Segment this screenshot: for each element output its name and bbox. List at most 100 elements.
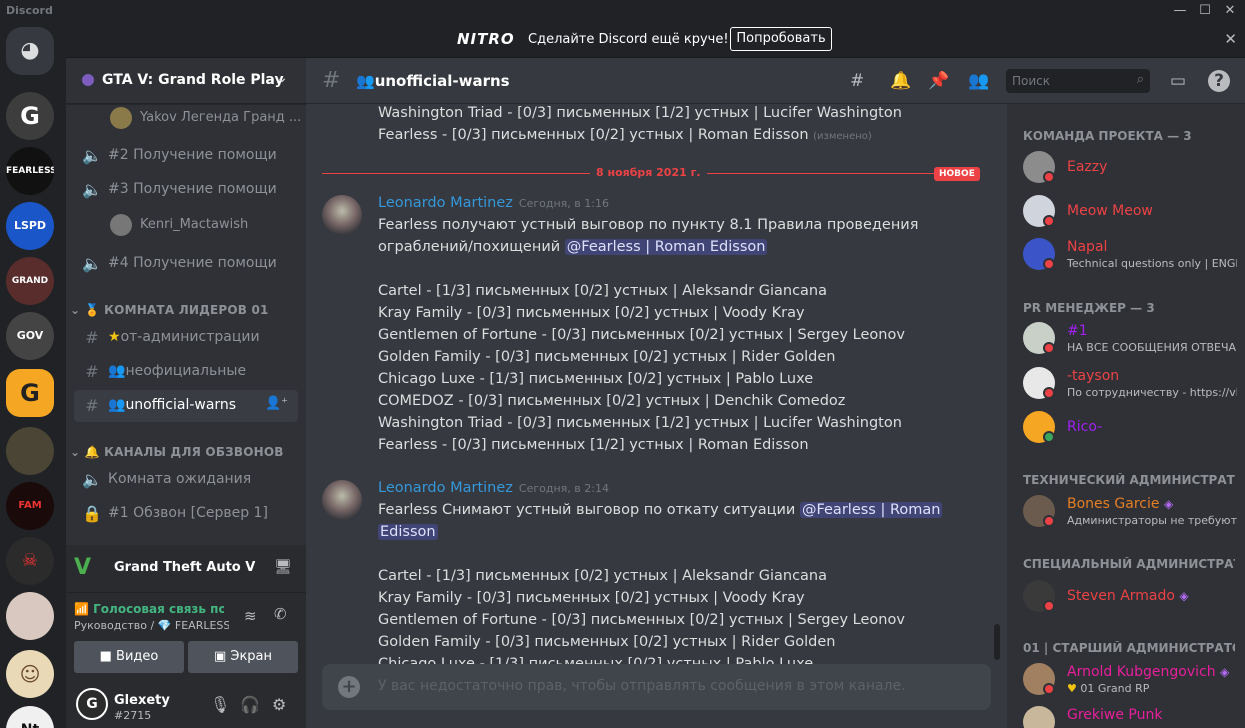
channel-from-admin[interactable]: # ★от-администрации <box>74 322 298 354</box>
category-calls[interactable]: ⌄ 🔔 КАНАЛЫ ДЛЯ ОБЗВОНОВ <box>70 445 284 459</box>
people-icon: 👥 <box>108 363 126 379</box>
server-icon-bullets[interactable] <box>6 427 54 475</box>
screen-share-icon[interactable]: 🖥 <box>274 559 292 575</box>
invite-icon[interactable]: 👤⁺ <box>265 396 288 411</box>
server-icon-grand[interactable]: GRAND <box>6 257 54 305</box>
member-item[interactable]: Napal Technical questions only | ENGLISH <box>1023 234 1239 274</box>
member-item[interactable]: Meow Meow <box>1023 191 1239 231</box>
category-leaders[interactable]: ⌄ 🏅 КОМНАТА ЛИДЕРОВ 01 <box>70 303 269 317</box>
member-item[interactable]: Steven Armado ◈ <box>1023 576 1239 616</box>
member-item[interactable]: -tayson По сотрудничеству - https://vk.c… <box>1023 363 1239 403</box>
server-icon-lspd[interactable]: LSPD <box>6 202 54 250</box>
bell-icon[interactable]: 🔔 <box>890 71 911 91</box>
member-item[interactable]: Rico- <box>1023 407 1239 447</box>
server-icon-grand-rp[interactable]: G <box>6 369 54 417</box>
voice-channel-call1[interactable]: 🔒 #1 Обзвон [Сервер 1] <box>74 498 298 530</box>
member-name: Grekiwe Punk <box>1067 707 1163 723</box>
member-item[interactable]: Grekiwe Punk <box>1023 702 1239 728</box>
voice-channel-help2[interactable]: 🔈 #2 Получение помощи <box>74 140 298 172</box>
message-line: Cartel - [1/3] письменных [0/2] устных |… <box>378 568 828 584</box>
user-avatar[interactable]: G <box>76 688 108 720</box>
member-item[interactable]: Eazzy <box>1023 147 1239 187</box>
disconnect-icon[interactable]: ✆ <box>274 605 287 623</box>
status-dnd-icon <box>1043 387 1055 399</box>
headphones-icon[interactable]: 🎧 <box>240 695 260 714</box>
message-line: Kray Family - [0/3] письменных [0/2] уст… <box>378 590 805 606</box>
members-icon[interactable]: 👥 <box>968 71 989 91</box>
video-button[interactable]: ■ Видео <box>74 641 184 673</box>
member-category: 01 | СТАРШИЙ АДМИНИСТРАТОР — 2 <box>1023 641 1235 655</box>
status-dnd-icon <box>1043 171 1055 183</box>
screen-share-button[interactable]: ▣ Экран <box>188 641 298 673</box>
message-avatar[interactable] <box>322 195 362 235</box>
threads-icon[interactable]: # <box>850 71 864 91</box>
server-icon-fam[interactable]: FAM <box>6 482 54 530</box>
add-attachment-icon[interactable]: + <box>338 676 360 698</box>
user-panel: G Glexety #2715 🎙 🎧 ⚙ <box>66 678 306 728</box>
voice-channel-help4[interactable]: 🔈 #4 Получение помощи <box>74 248 298 280</box>
member-item[interactable]: #1 НА ВСЕ СООБЩЕНИЯ ОТВЕЧАЮ <box>1023 318 1239 358</box>
nitro-banner-text: Сделайте Discord ещё круче! <box>528 32 729 47</box>
mention[interactable]: Edisson <box>378 524 438 540</box>
channel-unofficial-warns[interactable]: # 👥unofficial-warns 👤⁺ <box>74 390 298 422</box>
inbox-icon[interactable]: ▭ <box>1170 71 1186 91</box>
server-icon-g[interactable]: G <box>6 92 54 140</box>
member-status-value: 01 Grand RP <box>1080 682 1150 695</box>
message-avatar[interactable] <box>322 480 362 520</box>
help-icon[interactable]: ? <box>1208 70 1230 92</box>
try-nitro-button[interactable]: Попробовать <box>730 27 832 51</box>
scrollbar-thumb[interactable] <box>994 624 1000 660</box>
member-list: КОМАНДА ПРОЕКТА — 3 Eazzy Meow Meow Napa… <box>1007 104 1245 728</box>
channel-label: #3 Получение помощи <box>108 181 277 197</box>
member-name: Bones Garcie ◈ <box>1067 496 1173 512</box>
message-line: Kray Family - [0/3] письменных [0/2] уст… <box>378 305 805 321</box>
channel-name: unofficial-warns <box>125 397 237 413</box>
voice-channel-help3[interactable]: 🔈 #3 Получение помощи <box>74 174 298 206</box>
search-input[interactable]: Поиск ⌕ <box>1006 69 1150 93</box>
close-banner-icon[interactable]: ✕ <box>1224 30 1237 48</box>
mention[interactable]: @Fearless | Roman <box>799 502 943 518</box>
noise-suppression-icon[interactable]: ≋ <box>244 607 257 625</box>
message-line: COMEDOZ - [0/3] письменных [0/2] устных … <box>378 393 846 409</box>
chat-header: # 👥unofficial-warns # 🔔 📌 👥 Поиск ⌕ ▭ ? <box>306 58 1245 104</box>
hash-icon: # <box>85 396 99 415</box>
voice-status[interactable]: 📶 Голосовая связь подключена <box>74 602 224 616</box>
search-placeholder: Поиск <box>1012 74 1051 88</box>
server-list: ◕ G FEARLESS LSPD GRAND GOV G FAM ☠ ☺ Nt <box>0 22 66 728</box>
message-line: Washington Triad - [0/3] письменных [1/2… <box>378 415 902 431</box>
settings-gear-icon[interactable]: ⚙ <box>272 695 286 714</box>
voice-channel-path[interactable]: Руководство / 💎 FEARLESS <box>74 619 229 632</box>
server-icon-skull[interactable]: ☠ <box>6 537 54 585</box>
voice-channel-waiting[interactable]: 🔈 Комната ожидания <box>74 464 298 496</box>
author-name[interactable]: Leonardo Martinez <box>378 195 513 211</box>
minimize-button[interactable]: — <box>1170 2 1190 20</box>
new-badge: НОВОЕ <box>934 167 980 181</box>
server-icon-avatar[interactable] <box>6 592 54 640</box>
message-text: ограблений/похищений <box>378 239 565 255</box>
author-name[interactable]: Leonardo Martinez <box>378 480 513 496</box>
app-brand: Discord <box>6 4 53 17</box>
server-icon-fearless[interactable]: FEARLESS <box>6 147 54 195</box>
member-item[interactable]: Bones Garcie ◈ Администраторы не требуют <box>1023 491 1239 531</box>
pin-icon[interactable]: 📌 <box>928 71 949 91</box>
member-category: СПЕЦИАЛЬНЫЙ АДМИНИСТРАТОР — 1 <box>1023 557 1235 571</box>
discord-home-icon[interactable]: ◕ <box>6 27 54 75</box>
boost-gem-icon: ◈ <box>1220 665 1230 679</box>
member-name: #1 <box>1067 323 1088 339</box>
guild-header[interactable]: GTA V: Grand Role Play ⌄ <box>66 58 306 104</box>
maximize-button[interactable]: ☐ <box>1195 2 1215 20</box>
server-icon-gov[interactable]: GOV <box>6 312 54 360</box>
message-composer[interactable]: + У вас недостаточно прав, чтобы отправл… <box>322 664 991 710</box>
member-name: Meow Meow <box>1067 203 1153 219</box>
server-icon-nt[interactable]: Nt <box>6 706 54 728</box>
gta-icon: V <box>74 555 92 580</box>
microphone-icon[interactable]: 🎙 <box>210 695 230 714</box>
channel-unofficial-ru[interactable]: # 👥неофициальные <box>74 356 298 388</box>
server-icon-smile[interactable]: ☺ <box>6 650 54 698</box>
member-item[interactable]: Arnold Kubgengovich ◈ ♥ 01 Grand RP <box>1023 659 1239 699</box>
mention[interactable]: @Fearless | Roman Edisson <box>564 239 768 255</box>
heart-icon: ♥ <box>1067 682 1077 695</box>
nitro-banner: NITRO Сделайте Discord ещё круче! Попроб… <box>66 22 1245 58</box>
member-name: Steven Armado ◈ <box>1067 588 1189 604</box>
close-window-button[interactable]: ✕ <box>1220 2 1240 20</box>
